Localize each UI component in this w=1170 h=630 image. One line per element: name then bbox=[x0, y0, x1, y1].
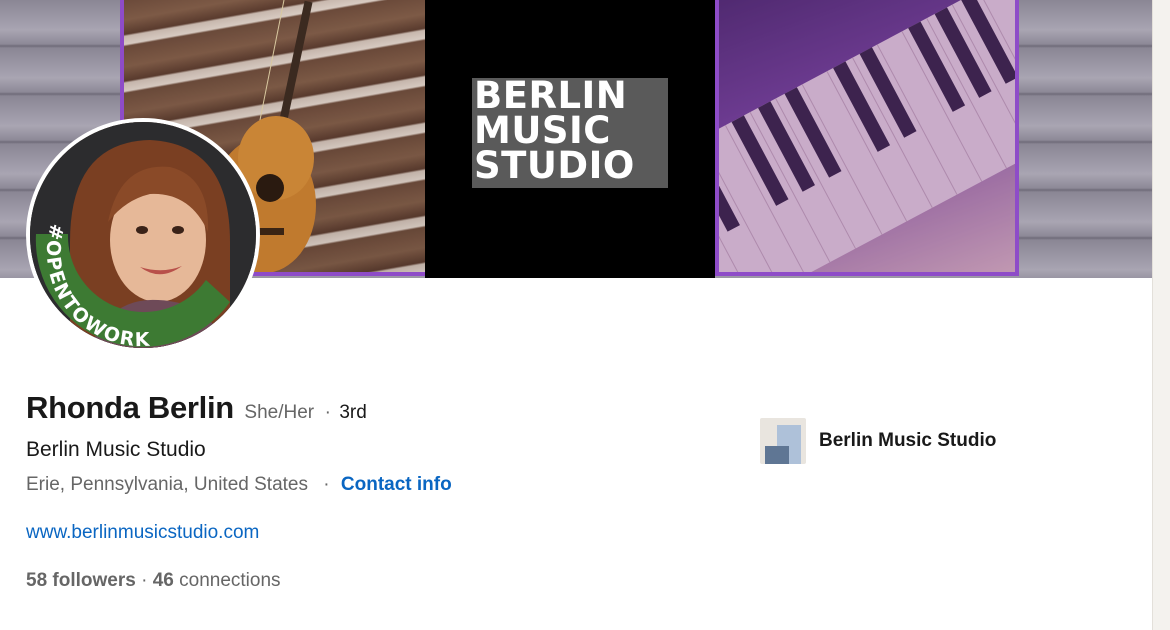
banner-logo-panel: BERLIN MUSIC STUDIO bbox=[425, 0, 715, 278]
network-stats: 58 followers · 46 connections bbox=[26, 570, 281, 592]
company-logo-icon bbox=[760, 418, 806, 464]
profile-headline: Berlin Music Studio bbox=[26, 438, 206, 461]
separator-dot: · bbox=[141, 570, 148, 591]
separator-dot: · bbox=[323, 474, 330, 495]
logo-line-2: MUSIC bbox=[474, 109, 611, 152]
logo-line-1: BERLIN bbox=[474, 74, 628, 117]
location-row: Erie, Pennsylvania, United States · Cont… bbox=[26, 474, 452, 496]
banner-logo: BERLIN MUSIC STUDIO bbox=[472, 74, 670, 187]
page-gutter bbox=[1152, 0, 1170, 630]
separator-dot: · bbox=[324, 402, 331, 423]
profile-pronouns: She/Her bbox=[244, 402, 315, 423]
company-name: Berlin Music Studio bbox=[819, 430, 997, 451]
profile-name: Rhonda Berlin bbox=[26, 390, 234, 425]
piano-keys-illustration bbox=[719, 0, 1015, 272]
logo-line-3: STUDIO bbox=[474, 144, 635, 187]
website-link[interactable]: www.berlinmusicstudio.com bbox=[26, 522, 259, 544]
avatar-photo: #OPENTOWORK bbox=[30, 122, 256, 348]
connection-degree: 3rd bbox=[339, 402, 367, 423]
profile-card: BERLIN MUSIC STUDIO #OPENTOWORK Rhonda B… bbox=[0, 0, 1152, 630]
connections-count[interactable]: 46 bbox=[153, 570, 174, 591]
profile-avatar[interactable]: #OPENTOWORK bbox=[30, 122, 256, 348]
banner-piano-photo bbox=[715, 0, 1019, 276]
name-row: Rhonda Berlin She/Her · 3rd bbox=[26, 390, 367, 426]
connections-label[interactable]: connections bbox=[179, 570, 280, 591]
current-company[interactable]: Berlin Music Studio bbox=[760, 418, 996, 464]
followers-count[interactable]: 58 followers bbox=[26, 570, 136, 591]
contact-info-link[interactable]: Contact info bbox=[341, 474, 452, 495]
profile-location: Erie, Pennsylvania, United States bbox=[26, 474, 308, 495]
